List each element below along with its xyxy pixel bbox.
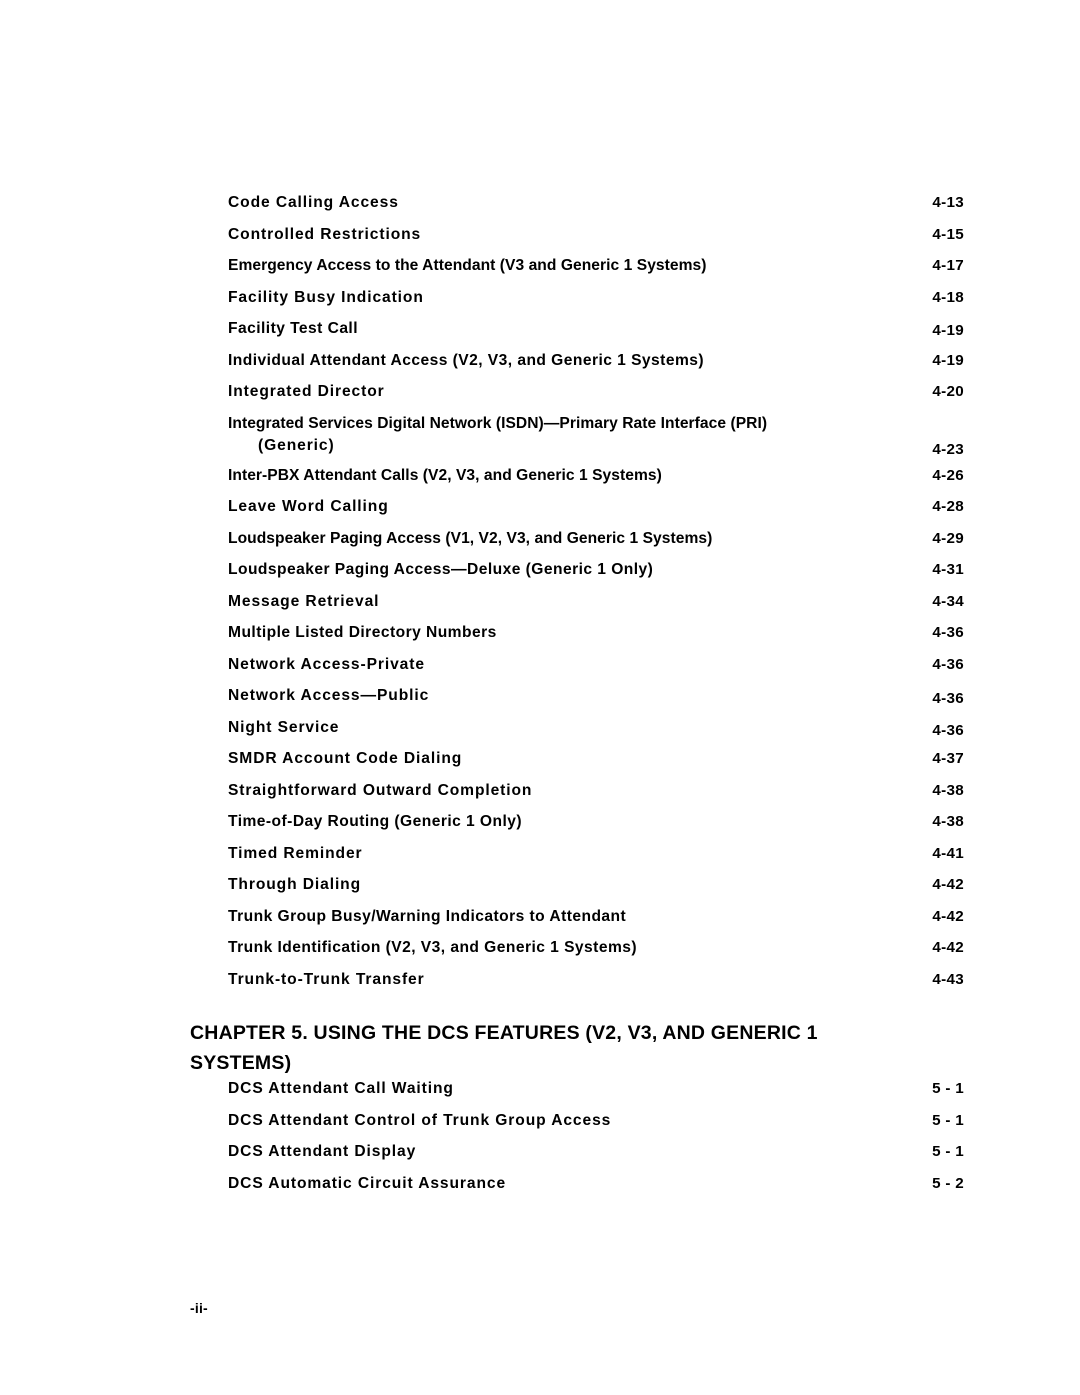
toc-entry[interactable]: Night Service 4-36: [228, 717, 964, 749]
toc-entry[interactable]: Loudspeaker Paging Access—Deluxe (Generi…: [228, 559, 964, 591]
chapter-5-heading: CHAPTER 5. USING THE DCS FEATURES (V2, V…: [190, 1022, 818, 1074]
toc-entry-page: 4-42: [932, 907, 964, 925]
toc-entry-page: 5 - 1: [932, 1143, 964, 1160]
toc-entry[interactable]: Timed Reminder 4-41: [228, 843, 964, 875]
toc-entry-page: 4-34: [932, 592, 964, 610]
toc-entry-title: Trunk Group Busy/Warning Indicators to A…: [228, 907, 627, 925]
toc-entry[interactable]: Facility Test Call 4-19: [228, 318, 964, 350]
toc-entry-title: Trunk Identification (V2, V3, and Generi…: [228, 939, 638, 956]
toc-entry-title: Controlled Restrictions: [228, 225, 422, 243]
toc-entry-title: Message Retrieval: [228, 592, 380, 610]
toc-entry[interactable]: Network Access-Private 4-36: [228, 654, 964, 686]
toc-entry[interactable]: Leave Word Calling 4-28: [228, 496, 964, 528]
toc-entry-page: 4-36: [932, 624, 964, 641]
toc-entry[interactable]: Facility Busy Indication 4-18: [228, 287, 964, 319]
toc-entry[interactable]: Integrated Director 4-20: [228, 381, 964, 413]
toc-entry-page: 5 - 2: [932, 1174, 964, 1192]
toc-entry-page: 4-17: [932, 257, 964, 274]
toc-entry-title: DCS Attendant Call Waiting: [228, 1080, 454, 1097]
toc-entry-title: Loudspeaker Paging Access—Deluxe (Generi…: [228, 561, 654, 578]
toc-entry-page: 5 - 1: [932, 1111, 964, 1129]
toc-entry-page: 4-38: [932, 813, 964, 830]
toc-entry[interactable]: Loudspeaker Paging Access (V1, V2, V3, a…: [228, 528, 964, 560]
toc-entry[interactable]: Controlled Restrictions 4-15: [228, 224, 964, 256]
toc-entry[interactable]: Trunk Identification (V2, V3, and Generi…: [228, 937, 964, 969]
toc-entry[interactable]: Integrated Services Digital Network (ISD…: [228, 413, 964, 465]
toc-entry-page: 4-28: [932, 498, 964, 515]
toc-entry[interactable]: Inter-PBX Attendant Calls (V2, V3, and G…: [228, 465, 964, 497]
toc-entry-page: 4-18: [932, 288, 964, 306]
toc-entry[interactable]: Network Access—Public 4-36: [228, 685, 964, 717]
toc-entry-title: Timed Reminder: [228, 844, 363, 862]
toc-chapter-4-list: Code Calling Access 4-13 Controlled Rest…: [228, 192, 964, 1000]
toc-entry-page: 4-37: [932, 750, 964, 767]
toc-entry-page: 4-42: [932, 939, 964, 956]
toc-entry-title: Network Access-Private: [228, 655, 425, 673]
toc-entry-page: 4-38: [932, 781, 964, 799]
toc-entry-page: 4-36: [932, 690, 964, 707]
toc-entry-page: 4-31: [932, 561, 964, 578]
toc-entry-title: Trunk-to-Trunk Transfer: [228, 970, 425, 988]
toc-entry-title: Code Calling Access: [228, 194, 399, 211]
toc-entry-page: 4-23: [932, 440, 964, 458]
toc-entry-page: 4-36: [932, 721, 964, 739]
toc-entry[interactable]: Trunk Group Busy/Warning Indicators to A…: [228, 906, 964, 938]
toc-entry-title: Loudspeaker Paging Access (V1, V2, V3, a…: [228, 529, 713, 547]
toc-entry-page: 4-20: [932, 383, 964, 400]
toc-entry[interactable]: Time-of-Day Routing (Generic 1 Only) 4-3…: [228, 811, 964, 843]
toc-entry-title: Leave Word Calling: [228, 498, 389, 515]
toc-entry-title: DCS Automatic Circuit Assurance: [228, 1174, 507, 1192]
toc-entry-page: 4-41: [932, 844, 964, 862]
toc-entry-title: Facility Test Call: [228, 320, 359, 337]
toc-entry-page: 4-36: [932, 655, 964, 673]
toc-entry-title: Individual Attendant Access (V2, V3, and…: [228, 351, 705, 369]
toc-entry[interactable]: DCS Attendant Display 5 - 1: [228, 1141, 964, 1173]
toc-entry[interactable]: Multiple Listed Directory Numbers 4-36: [228, 622, 964, 654]
toc-entry-title: DCS Attendant Display: [228, 1143, 417, 1160]
toc-entry-title: Emergency Access to the Attendant (V3 an…: [228, 257, 707, 274]
toc-entry[interactable]: Straightforward Outward Completion 4-38: [228, 780, 964, 812]
toc-entry-page: 4-19: [932, 351, 964, 369]
toc-entry[interactable]: DCS Attendant Control of Trunk Group Acc…: [228, 1110, 964, 1142]
toc-entry-title: Through Dialing: [228, 876, 362, 893]
toc-entry-title: Network Access—Public: [228, 687, 430, 704]
toc-entry-title: SMDR Account Code Dialing: [228, 750, 463, 767]
toc-entry[interactable]: Code Calling Access 4-13: [228, 192, 964, 224]
toc-entry[interactable]: DCS Attendant Call Waiting 5 - 1: [228, 1078, 964, 1110]
toc-entry[interactable]: Through Dialing 4-42: [228, 874, 964, 906]
document-page: Code Calling Access 4-13 Controlled Rest…: [0, 0, 1080, 1395]
toc-entry[interactable]: Emergency Access to the Attendant (V3 an…: [228, 255, 964, 287]
toc-entry-title: Integrated Services Digital Network (ISD…: [228, 413, 878, 457]
toc-entry-page: 4-13: [932, 194, 964, 211]
toc-entry-page: 4-43: [932, 970, 964, 988]
toc-entry[interactable]: DCS Automatic Circuit Assurance 5 - 2: [228, 1173, 964, 1205]
toc-entry-page: 4-42: [932, 876, 964, 893]
toc-entry-title: Facility Busy Indication: [228, 288, 424, 306]
toc-entry[interactable]: Message Retrieval 4-34: [228, 591, 964, 623]
toc-entry-page: 4-29: [932, 529, 964, 547]
toc-entry-title-line1: Integrated Services Digital Network (ISD…: [228, 414, 768, 432]
toc-entry-title: Integrated Director: [228, 383, 385, 400]
toc-entry-title: Night Service: [228, 718, 340, 736]
toc-entry-title-continuation: (Generic): [258, 436, 335, 454]
toc-entry-title: DCS Attendant Control of Trunk Group Acc…: [228, 1111, 612, 1129]
toc-entry-page: 4-26: [932, 466, 964, 484]
toc-entry[interactable]: Individual Attendant Access (V2, V3, and…: [228, 350, 964, 382]
page-folio: -ii-: [190, 1300, 208, 1316]
toc-entry-title: Straightforward Outward Completion: [228, 781, 533, 799]
toc-entry-title: Multiple Listed Directory Numbers: [228, 624, 497, 641]
toc-chapter-5-list: DCS Attendant Call Waiting 5 - 1 DCS Att…: [228, 1078, 964, 1204]
toc-entry-page: 4-15: [932, 225, 964, 243]
toc-entry[interactable]: SMDR Account Code Dialing 4-37: [228, 748, 964, 780]
toc-entry-title: Time-of-Day Routing (Generic 1 Only): [228, 813, 523, 830]
toc-entry-page: 4-19: [932, 322, 964, 339]
toc-entry-page: 5 - 1: [932, 1080, 964, 1097]
toc-entry-title: Inter-PBX Attendant Calls (V2, V3, and G…: [228, 466, 662, 484]
toc-entry[interactable]: Trunk-to-Trunk Transfer 4-43: [228, 969, 964, 1001]
